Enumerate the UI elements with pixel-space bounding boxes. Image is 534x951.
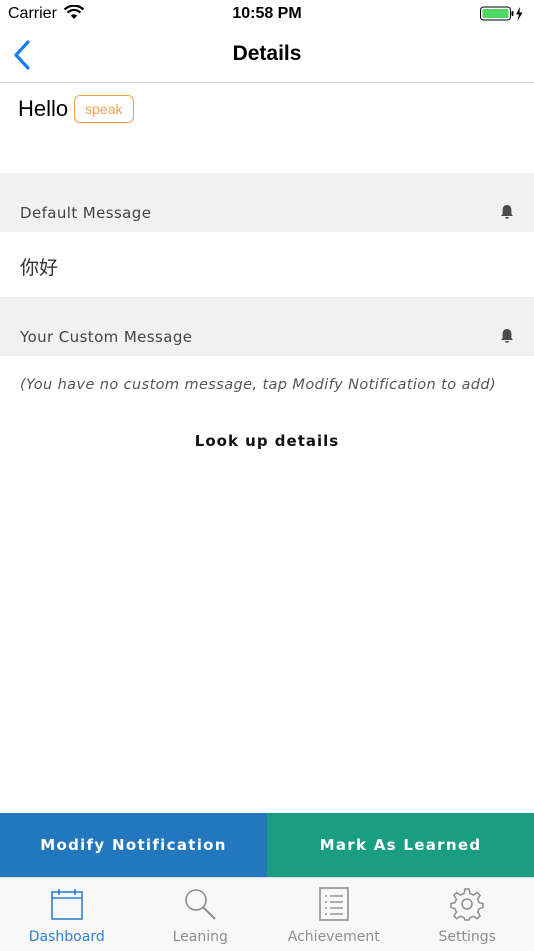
modify-notification-button[interactable]: Modify Notification [0,813,267,877]
tab-achievement[interactable]: Achievement [267,878,401,951]
list-icon [317,887,351,921]
battery-icon [480,6,524,22]
tab-settings[interactable]: Settings [401,878,534,951]
lookup-details-button[interactable]: Look up details [0,432,534,450]
bell-icon[interactable] [500,328,514,344]
action-bar: Modify Notification Mark As Learned [0,813,534,877]
page-title: Details [0,42,534,66]
custom-message-text: (You have no custom message, tap Modify … [20,377,496,393]
tab-label: Leaning [134,929,268,945]
tab-dashboard[interactable]: Dashboard [0,878,134,951]
tab-label: Achievement [267,929,401,945]
word-text: Hello [18,96,68,122]
navigation-bar: Details [0,28,534,83]
default-message-header: Default Message [0,173,534,232]
search-icon [183,887,217,921]
word-row: Hello speak [18,93,134,125]
tab-label: Settings [401,929,534,945]
status-bar: Carrier 10:58 PM [0,0,534,28]
speak-button[interactable]: speak [74,95,133,123]
tab-label: Dashboard [0,929,134,945]
bell-icon[interactable] [500,204,514,220]
default-message-label: Default Message [20,204,151,222]
tab-bar: Dashboard Leaning Achievement S [0,877,534,951]
tab-leaning[interactable]: Leaning [134,878,268,951]
custom-message-label: Your Custom Message [20,328,192,346]
default-message-text: 你好 [20,253,58,280]
status-time: 10:58 PM [0,5,534,23]
custom-message-header: Your Custom Message [0,297,534,356]
calendar-icon [50,887,84,921]
mark-as-learned-button[interactable]: Mark As Learned [267,813,534,877]
gear-icon [450,887,484,921]
